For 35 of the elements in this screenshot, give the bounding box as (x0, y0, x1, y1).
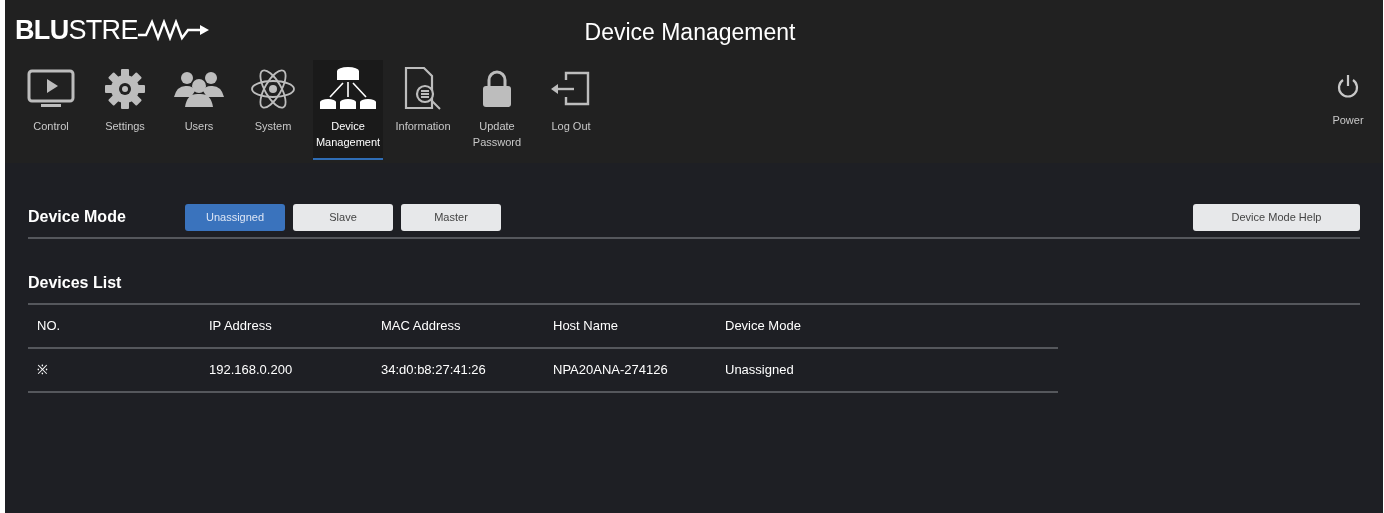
page-title: Device Management (583, 18, 797, 47)
column-header: NO. (37, 317, 62, 336)
power-button[interactable]: Power (1323, 60, 1373, 129)
logo-text: BLUSTRE (15, 13, 138, 47)
settings-icon (104, 68, 146, 110)
table-cell-text: NPA20ANA-274126 (553, 361, 669, 380)
section-title: Devices List (28, 273, 123, 293)
power-icon (1336, 74, 1360, 100)
table-cell-text: ※ (37, 361, 49, 380)
nav-tab[interactable]: Control (17, 60, 85, 160)
database-tree-icon (319, 66, 377, 112)
nav-tab[interactable]: System (239, 60, 307, 160)
column-header: Host Name (553, 317, 620, 336)
mode-button[interactable]: Master (401, 203, 501, 231)
help-button[interactable]: Device Mode Help (1193, 203, 1360, 231)
table-cell-text: 192.168.0.200 (209, 361, 294, 380)
mode-button[interactable]: Unassigned (185, 203, 285, 231)
table-cell-text: 34:d0:b8:27:41:26 (381, 361, 487, 380)
monitor-play-icon (27, 69, 75, 109)
table-cell-text: Unassigned (725, 361, 795, 380)
logout-icon (550, 70, 592, 108)
nav-tab[interactable]: Settings (91, 60, 159, 160)
wave-arrow-icon (137, 19, 210, 41)
column-header: Device Mode (725, 317, 802, 336)
section-title: Device Mode (28, 207, 127, 227)
nav-tab[interactable]: Information (389, 60, 457, 160)
nav-tab[interactable]: Update Password (463, 60, 531, 160)
column-header: IP Address (209, 317, 273, 336)
mode-button[interactable]: Slave (293, 203, 393, 231)
nav-tab[interactable]: Device Management (313, 60, 383, 160)
nav-tab[interactable]: Users (165, 60, 233, 160)
people-icon (173, 69, 225, 109)
padlock-icon (481, 69, 513, 109)
nav-tab[interactable]: Log Out (537, 60, 605, 160)
column-header: MAC Address (381, 317, 462, 336)
